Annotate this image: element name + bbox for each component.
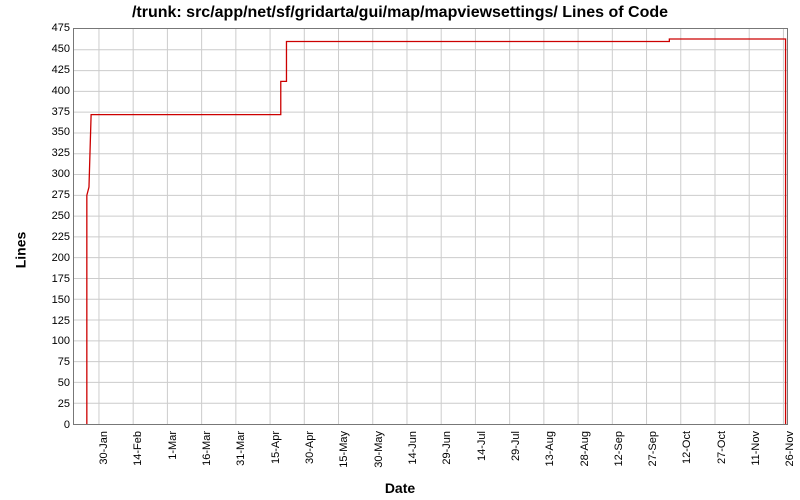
line-svg	[74, 29, 787, 424]
x-tick-label: 31-Mar	[235, 431, 247, 491]
y-tick-label: 250	[30, 210, 70, 222]
y-axis-label: Lines	[12, 232, 28, 269]
y-tick-label: 375	[30, 106, 70, 118]
x-tick-label: 30-May	[373, 431, 385, 491]
y-tick-label: 225	[30, 231, 70, 243]
x-tick-label: 27-Oct	[716, 431, 728, 491]
y-tick-label: 325	[30, 147, 70, 159]
x-tick-label: 12-Oct	[681, 431, 693, 491]
x-tick-label: 14-Jun	[407, 431, 419, 491]
y-tick-label: 150	[30, 294, 70, 306]
x-tick-label: 1-Mar	[167, 431, 179, 491]
x-tick-label: 27-Sep	[647, 431, 659, 491]
x-axis-label: Date	[0, 480, 800, 496]
y-tick-label: 100	[30, 335, 70, 347]
y-tick-label: 300	[30, 168, 70, 180]
x-tick-label: 15-Apr	[270, 431, 282, 491]
plot-area	[73, 28, 788, 425]
x-tick-label: 28-Aug	[579, 431, 591, 491]
x-tick-label: 14-Jul	[476, 431, 488, 491]
x-tick-label: 11-Nov	[750, 431, 762, 491]
chart-container: { "chart_data": { "type": "line", "title…	[0, 0, 800, 500]
y-tick-label: 125	[30, 315, 70, 327]
chart-title: /trunk: src/app/net/sf/gridarta/gui/map/…	[0, 4, 800, 22]
y-tick-label: 400	[30, 85, 70, 97]
x-tick-label: 12-Sep	[613, 431, 625, 491]
x-tick-label: 30-Jan	[98, 431, 110, 491]
y-tick-label: 75	[30, 356, 70, 368]
y-tick-label: 175	[30, 273, 70, 285]
x-tick-label: 13-Aug	[544, 431, 556, 491]
x-tick-label: 15-May	[338, 431, 350, 491]
y-tick-label: 50	[30, 377, 70, 389]
x-tick-label: 30-Apr	[304, 431, 316, 491]
y-tick-label: 450	[30, 43, 70, 55]
y-tick-label: 0	[30, 419, 70, 431]
y-tick-label: 475	[30, 22, 70, 34]
y-tick-label: 275	[30, 189, 70, 201]
x-tick-label: 29-Jul	[510, 431, 522, 491]
y-tick-label: 350	[30, 126, 70, 138]
x-tick-label: 14-Feb	[132, 431, 144, 491]
x-tick-label: 26-Nov	[784, 431, 796, 491]
x-tick-label: 16-Mar	[201, 431, 213, 491]
y-tick-label: 200	[30, 252, 70, 264]
y-tick-label: 25	[30, 398, 70, 410]
x-tick-label: 29-Jun	[441, 431, 453, 491]
y-tick-label: 425	[30, 64, 70, 76]
